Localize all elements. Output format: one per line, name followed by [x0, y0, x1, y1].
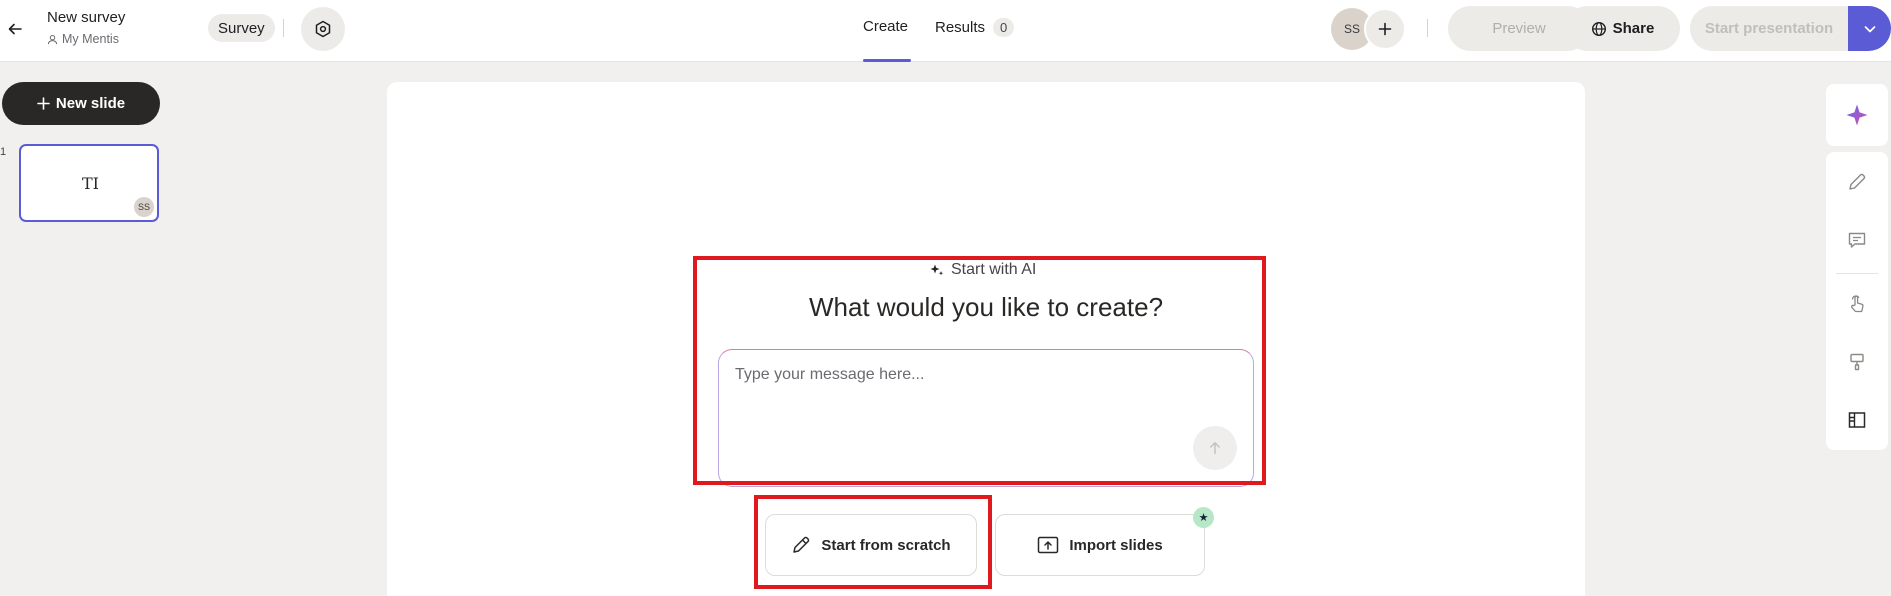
slide-avatar: SS — [134, 197, 154, 217]
workspace-name: My Mentis — [62, 32, 119, 46]
share-button[interactable]: Share — [1565, 6, 1680, 51]
settings-button[interactable] — [301, 7, 345, 51]
divider — [283, 19, 284, 37]
presentation-type-badge[interactable]: Survey — [208, 14, 275, 42]
arrow-up-icon — [1210, 442, 1220, 455]
plus-icon — [37, 97, 50, 110]
start-presentation-button[interactable]: Start presentation — [1690, 6, 1848, 51]
ai-message-box — [718, 349, 1254, 487]
comment-icon — [1848, 232, 1866, 248]
import-slides-label: Import slides — [1069, 536, 1163, 554]
tab-create[interactable]: Create — [863, 18, 908, 35]
design-button[interactable] — [1837, 342, 1877, 382]
ai-heading: What would you like to create? — [808, 292, 1164, 322]
start-presentation-dropdown[interactable] — [1848, 6, 1891, 51]
add-collaborator-button[interactable] — [1364, 8, 1406, 50]
start-from-scratch-button[interactable]: Start from scratch — [765, 514, 977, 576]
sparkle-icon — [930, 264, 944, 276]
rail-divider — [1836, 273, 1878, 274]
new-slide-button[interactable]: New slide — [2, 82, 160, 125]
send-button[interactable] — [1193, 426, 1237, 470]
hand-pointer-icon — [1850, 295, 1864, 313]
settings-icon — [315, 20, 331, 38]
globe-icon — [1591, 21, 1606, 36]
interactivity-button[interactable] — [1837, 284, 1877, 324]
start-with-ai-label: Start with AI — [929, 261, 1036, 279]
ai-sparkle-icon — [1846, 104, 1868, 126]
tab-results-label: Results — [935, 19, 986, 36]
title-block: New survey My Mentis — [47, 9, 125, 46]
presentation-title[interactable]: New survey — [47, 9, 125, 26]
right-tool-rail — [1826, 152, 1888, 450]
slide-thumbnail[interactable]: TI SS — [19, 144, 159, 222]
plus-icon — [1378, 22, 1392, 36]
active-tab-indicator — [863, 59, 911, 62]
slide-canvas — [387, 82, 1585, 596]
start-from-scratch-label: Start from scratch — [821, 536, 951, 554]
slide-number: 1 — [0, 146, 7, 158]
pencil-icon — [793, 536, 810, 553]
layout-button[interactable] — [1837, 400, 1877, 440]
edit-button[interactable] — [1837, 162, 1877, 202]
message-input[interactable] — [735, 366, 1195, 384]
workspace-label[interactable]: My Mentis — [47, 32, 125, 46]
new-feature-badge: ★ — [1193, 507, 1214, 528]
paint-roller-icon — [1850, 353, 1864, 371]
tab-results[interactable]: Results 0 — [935, 18, 1015, 37]
ai-label-text: Start with AI — [951, 261, 1037, 278]
back-arrow-icon[interactable] — [4, 18, 26, 40]
pencil-icon — [1849, 173, 1866, 190]
layout-icon — [1848, 412, 1866, 428]
new-slide-label: New slide — [55, 95, 126, 112]
chevron-down-icon — [1864, 25, 1875, 32]
comments-button[interactable] — [1837, 220, 1877, 260]
upload-icon — [1038, 536, 1059, 554]
top-bar: New survey My Mentis Survey Create Resul… — [0, 0, 1891, 62]
divider — [1427, 19, 1428, 37]
share-label: Share — [1612, 20, 1655, 37]
results-count-badge: 0 — [993, 18, 1015, 37]
text-slide-icon: TI — [82, 174, 99, 193]
ai-assistant-button[interactable] — [1826, 84, 1888, 146]
user-icon — [47, 34, 58, 44]
import-slides-button[interactable]: Import slides — [995, 514, 1205, 576]
